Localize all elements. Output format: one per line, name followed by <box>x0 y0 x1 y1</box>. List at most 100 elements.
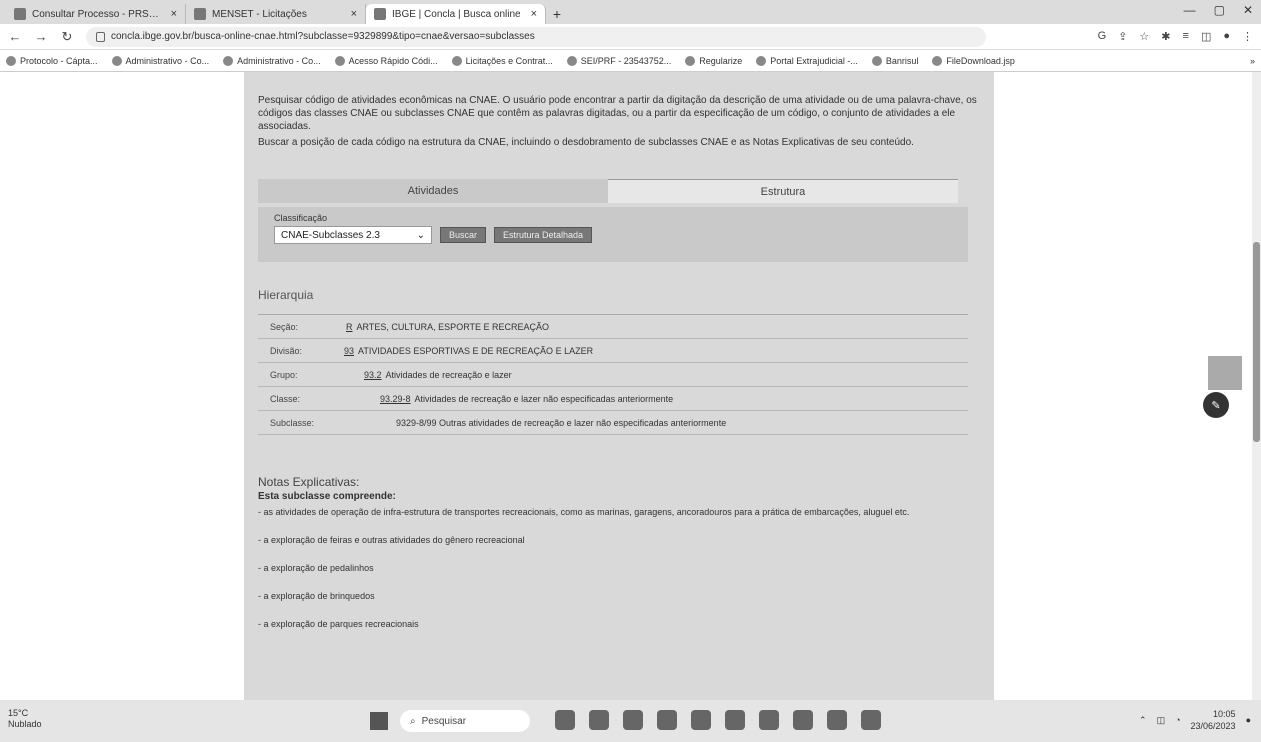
explanatory-notes: Notas Explicativas: Esta subclasse compr… <box>258 475 980 630</box>
bookmark-icon <box>111 55 122 66</box>
bookmark-item[interactable]: Acesso Rápido Códi... <box>334 55 438 66</box>
intro-text: Pesquisar código de atividades econômica… <box>258 94 980 149</box>
app-icon[interactable] <box>861 710 881 730</box>
bookmark-item[interactable]: Administrativo - Co... <box>223 55 321 66</box>
estrutura-detalhada-button[interactable]: Estrutura Detalhada <box>494 227 593 243</box>
floating-side-button[interactable] <box>1208 356 1242 390</box>
main-content: Pesquisar código de atividades econômica… <box>244 72 994 700</box>
bookmark-label: Administrativo - Co... <box>237 55 321 66</box>
row-key: Seção: <box>270 321 299 332</box>
code-link[interactable]: 93.2 <box>364 370 382 380</box>
close-icon[interactable]: × <box>171 8 177 20</box>
bookmark-item[interactable]: Portal Extrajudicial -... <box>756 55 858 66</box>
task-view-icon[interactable] <box>555 710 575 730</box>
extensions-icon[interactable]: ✱ <box>1161 30 1170 43</box>
taskbar-search[interactable]: ⌕ Pesquisar <box>400 710 530 732</box>
maximize-icon[interactable]: ▢ <box>1214 3 1225 17</box>
new-tab-button[interactable]: + <box>546 4 568 24</box>
sidebar-icon[interactable]: ◫ <box>1201 30 1211 43</box>
bookmark-item[interactable]: Regularize <box>685 55 742 66</box>
chevron-down-icon: ⌄ <box>416 229 425 241</box>
tab-bar: Consultar Processo - PRSUFT × MENSET - L… <box>0 0 1261 24</box>
minimize-icon[interactable]: — <box>1184 3 1196 17</box>
search-mode-tabs: Atividades Estrutura <box>258 179 958 203</box>
bookmark-icon <box>566 55 577 66</box>
close-icon[interactable]: × <box>351 8 357 20</box>
system-tray: ⌃ ◫ ◔ 10:05 23/06/2023 ● <box>1139 708 1251 732</box>
classification-select[interactable]: CNAE-Subclasses 2.3 ⌄ <box>274 226 432 244</box>
row-text: 9329-8/99 Outras atividades de recreação… <box>396 417 727 428</box>
volume-icon[interactable]: ◔ <box>1175 715 1180 725</box>
file-explorer-icon[interactable] <box>589 710 609 730</box>
app-icon[interactable] <box>827 710 847 730</box>
hierarchy-table: Seção: R ARTES, CULTURA, ESPORTE E RECREA… <box>258 314 968 435</box>
bookmark-icon <box>932 55 943 66</box>
close-window-icon[interactable]: ✕ <box>1243 3 1253 17</box>
note-item: - a exploração de feiras e outras ativid… <box>258 535 525 545</box>
note-item: - as atividades de operação de infra-est… <box>258 507 910 517</box>
share-icon[interactable]: ⇪ <box>1118 30 1127 43</box>
browser-tab[interactable]: MENSET - Licitações × <box>186 4 366 24</box>
hierarchy-row-classe: Classe: 93.29-8 Atividades de recreação e… <box>258 387 968 411</box>
row-key: Classe: <box>270 393 301 404</box>
bookmark-item[interactable]: Licitações e Contrat... <box>451 55 553 66</box>
taskbar-apps <box>555 710 881 730</box>
app-icon[interactable] <box>725 710 745 730</box>
close-icon[interactable]: × <box>531 8 537 20</box>
star-icon[interactable]: ☆ <box>1139 30 1149 43</box>
bookmark-label: Protocolo - Cápta... <box>20 55 98 66</box>
bookmark-label: Licitações e Contrat... <box>465 55 553 66</box>
code-link[interactable]: 93 <box>344 346 354 356</box>
bookmark-icon <box>223 55 234 66</box>
clock-time: 10:05 <box>1213 709 1236 719</box>
code-link[interactable]: R <box>346 322 353 332</box>
profile-icon[interactable]: ● <box>1223 30 1230 43</box>
chat-app-icon[interactable] <box>623 710 643 730</box>
network-icon[interactable]: ◫ <box>1157 715 1166 726</box>
google-icon[interactable]: G <box>1098 30 1107 43</box>
window-controls: — ▢ ✕ <box>1184 3 1253 17</box>
notification-icon[interactable]: ● <box>1246 715 1251 725</box>
code-link[interactable]: 93.29-8 <box>380 394 411 404</box>
tab-label: IBGE | Concla | Busca online <box>392 8 521 20</box>
scrollbar-thumb[interactable] <box>1253 242 1260 442</box>
note-item: - a exploração de pedalinhos <box>258 563 374 573</box>
bookmark-icon <box>871 55 882 66</box>
tab-atividades[interactable]: Atividades <box>258 179 608 203</box>
weather-widget[interactable]: 15°C Nublado <box>8 708 42 730</box>
app-icon[interactable] <box>657 710 677 730</box>
clock[interactable]: 10:05 23/06/2023 <box>1191 708 1236 732</box>
tab-estrutura[interactable]: Estrutura <box>608 179 958 203</box>
chevron-up-icon[interactable]: ⌃ <box>1139 715 1147 726</box>
page-scrollbar[interactable] <box>1252 72 1261 700</box>
buscar-button[interactable]: Buscar <box>440 227 487 243</box>
bookmark-label: Acesso Rápido Códi... <box>348 55 438 66</box>
bookmark-item[interactable]: Protocolo - Cápta... <box>6 55 98 66</box>
row-text: Atividades de recreação e lazer <box>385 369 512 380</box>
app-icon[interactable] <box>793 710 813 730</box>
windows-start-icon[interactable] <box>370 712 388 730</box>
hierarchy-row-divisao: Divisão: 93 ATIVIDADES ESPORTIVAS E DE RE… <box>258 339 968 363</box>
back-icon[interactable]: ← <box>8 29 22 44</box>
chat-icon[interactable]: ✎ <box>1203 392 1229 418</box>
note-item: - a exploração de brinquedos <box>258 591 375 601</box>
menu-icon[interactable]: ⋮ <box>1242 30 1253 43</box>
note-item: - a exploração de parques recreacionais <box>258 619 419 629</box>
url-field[interactable]: concla.ibge.gov.br/busca-online-cnae.htm… <box>86 26 986 47</box>
bookmark-item[interactable]: Administrativo - Co... <box>111 55 210 66</box>
reload-icon[interactable]: ↻ <box>60 29 74 45</box>
bookmark-item[interactable]: SEI/PRF - 23543752... <box>566 55 671 66</box>
bookmark-item[interactable]: Banrisul <box>871 55 918 66</box>
browser-tab[interactable]: Consultar Processo - PRSUFT × <box>6 4 186 24</box>
hierarchy-row-secao: Seção: R ARTES, CULTURA, ESPORTE E RECREA… <box>258 315 968 339</box>
bookmark-item[interactable]: FileDownload.jsp <box>932 55 1015 66</box>
forward-icon[interactable]: → <box>34 29 48 44</box>
browser-tab-active[interactable]: IBGE | Concla | Busca online × <box>366 4 546 24</box>
bookmark-label: Portal Extrajudicial -... <box>770 55 858 66</box>
bookmark-label: Administrativo - Co... <box>125 55 210 66</box>
more-bookmarks-icon[interactable]: » <box>1250 56 1255 66</box>
app-icon[interactable] <box>691 710 711 730</box>
reading-list-icon[interactable]: ≡ <box>1183 30 1189 43</box>
intro-paragraph: Pesquisar código de atividades econômica… <box>258 95 977 132</box>
chrome-icon[interactable] <box>759 710 779 730</box>
